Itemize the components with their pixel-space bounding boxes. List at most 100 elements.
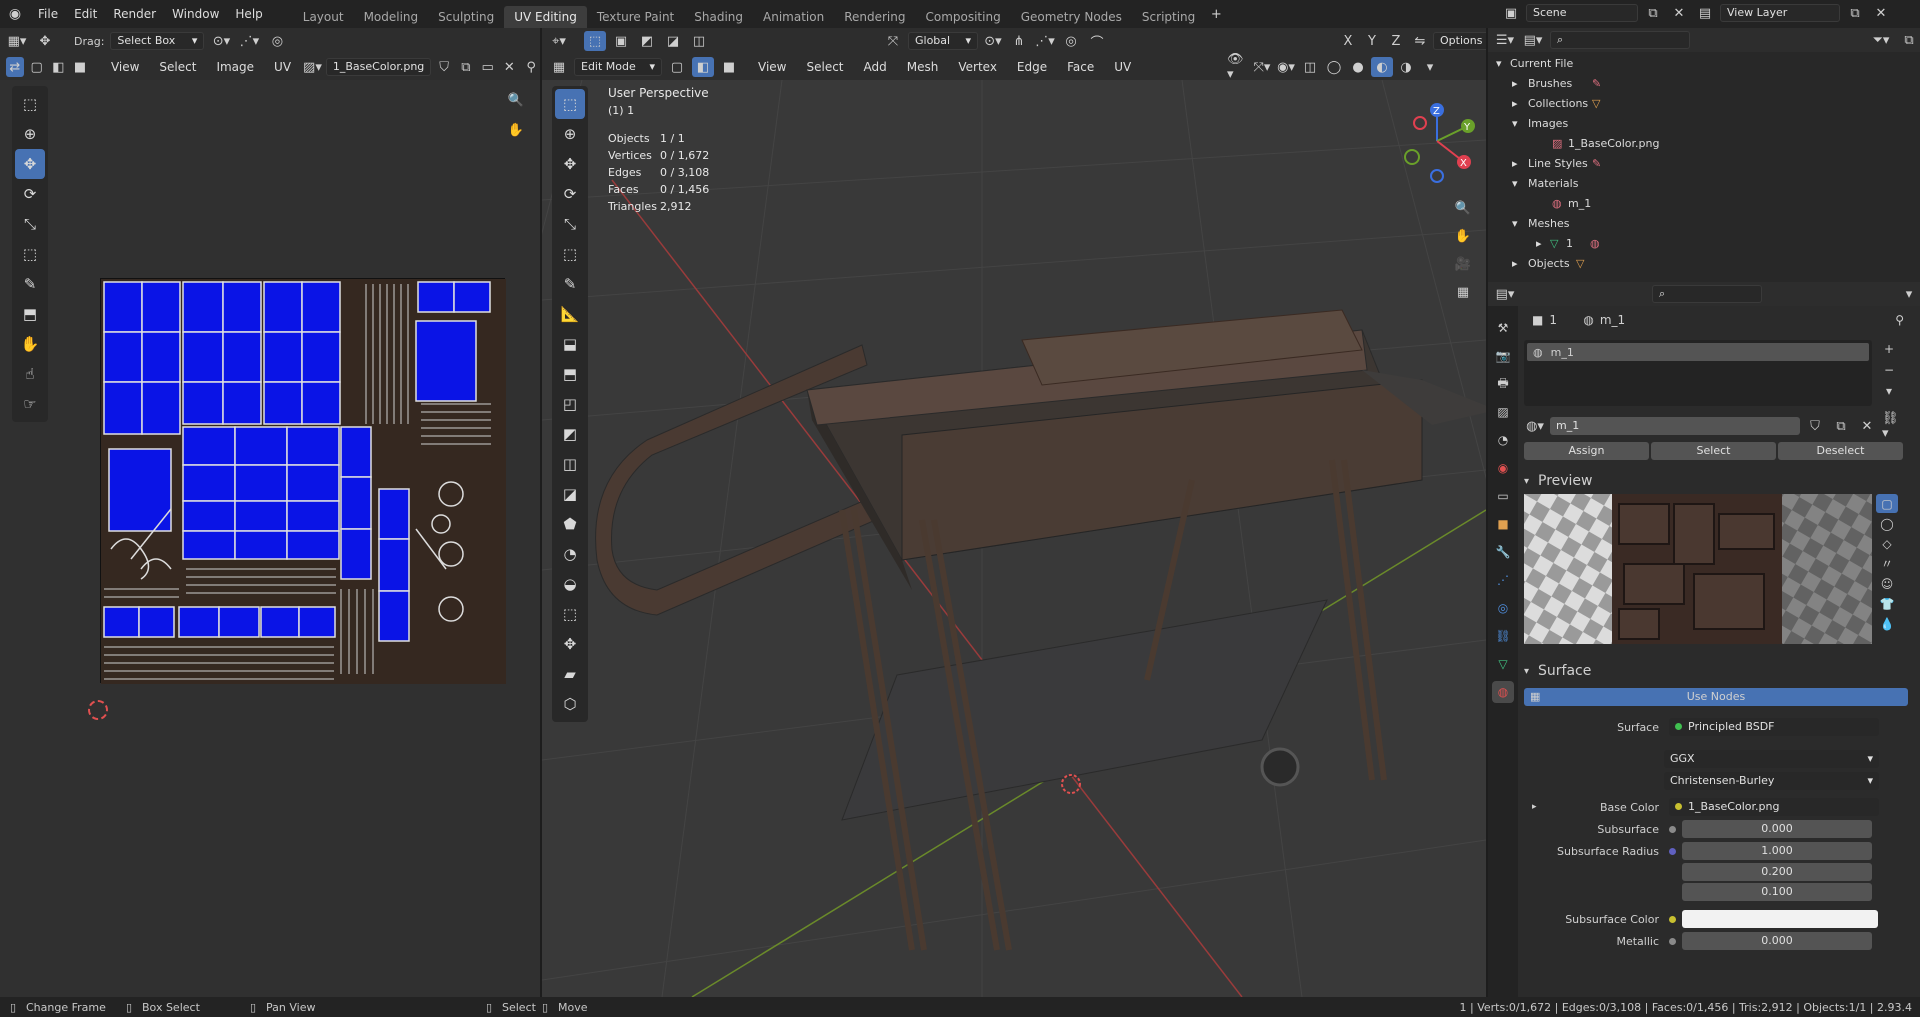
vertex-mode-icon[interactable]: ▢: [666, 57, 688, 77]
tree-item-collections[interactable]: ▸ Collections ▽: [1496, 94, 1920, 114]
zoom-icon[interactable]: 🔍: [505, 90, 527, 110]
vp-menu-mesh[interactable]: Mesh: [899, 55, 947, 79]
vertex-select-icon[interactable]: ▢: [28, 57, 46, 77]
vp-rotate-tool[interactable]: ⟳: [555, 179, 585, 209]
surface-shader-field[interactable]: Principled BSDF: [1669, 718, 1879, 736]
vp-loopcut-tool[interactable]: ◫: [555, 449, 585, 479]
ortho-toggle-icon[interactable]: ▦: [1452, 282, 1474, 302]
subsurface-radius-z[interactable]: 0.100: [1682, 883, 1872, 901]
proportional-edit-icon[interactable]: ◎: [1060, 31, 1082, 51]
expand-icon[interactable]: ▾: [1512, 214, 1528, 234]
world-tab-icon[interactable]: ◉: [1492, 457, 1514, 479]
annotate-tool[interactable]: ✎: [15, 269, 45, 299]
vp-select-tool[interactable]: ⬚: [555, 89, 585, 119]
navigation-gizmo[interactable]: Z Y X: [1392, 96, 1482, 186]
expand-icon[interactable]: ▾: [1512, 114, 1528, 134]
tree-item-image[interactable]: ▨ 1_BaseColor.png: [1496, 134, 1920, 154]
wireframe-shading-icon[interactable]: ◯: [1323, 57, 1345, 77]
use-nodes-button[interactable]: ▦ Use Nodes: [1524, 688, 1908, 706]
vp-menu-face[interactable]: Face: [1059, 55, 1102, 79]
display-mode-icon[interactable]: ▤▾: [1522, 30, 1544, 50]
camera-view-icon[interactable]: 🎥: [1452, 254, 1474, 274]
vp-add-cube-tool[interactable]: ⬓: [555, 329, 585, 359]
new-view-layer-icon[interactable]: ⧉: [1844, 3, 1866, 23]
preview-hair-icon[interactable]: 〃: [1876, 554, 1898, 573]
pivot-point-icon[interactable]: ⊙▾: [982, 31, 1004, 51]
particles-tab-icon[interactable]: ⋰: [1492, 569, 1514, 591]
base-color-field[interactable]: 1_BaseColor.png: [1669, 798, 1879, 816]
cursor-tool[interactable]: ⊕: [15, 119, 45, 149]
snap-target-icon[interactable]: ⋰▾: [1034, 31, 1056, 51]
expand-icon[interactable]: ▸: [1536, 234, 1550, 254]
face-mode-icon[interactable]: ■: [718, 57, 740, 77]
tab-layout[interactable]: Layout: [293, 6, 354, 28]
view-layer-icon[interactable]: ▤: [1694, 3, 1716, 23]
pinch-tool[interactable]: ☞: [15, 389, 45, 419]
metallic-value[interactable]: 0.000: [1682, 932, 1872, 950]
rotate-tool[interactable]: ⟳: [15, 179, 45, 209]
move-tool[interactable]: ✥: [15, 149, 45, 179]
duplicate-material-icon[interactable]: ⧉: [1830, 416, 1852, 436]
vp-cursor-tool[interactable]: ⊕: [555, 119, 585, 149]
link-icon[interactable]: ⛓▾: [1882, 411, 1904, 441]
vp-shear-tool[interactable]: ▰: [555, 659, 585, 689]
vp-measure-tool[interactable]: 📐: [555, 299, 585, 329]
tab-animation[interactable]: Animation: [753, 6, 834, 28]
uv-menu-select[interactable]: Select: [151, 55, 204, 79]
vp-scale-tool[interactable]: ⤡: [555, 209, 585, 239]
blender-logo-icon[interactable]: ◉: [0, 4, 30, 24]
deselect-button[interactable]: Deselect: [1778, 442, 1903, 460]
mirror-z-icon[interactable]: Z: [1385, 31, 1407, 51]
add-slot-icon[interactable]: +: [1878, 340, 1900, 358]
subsurface-value[interactable]: 0.000: [1682, 820, 1872, 838]
xray-icon[interactable]: ◫: [1299, 57, 1321, 77]
preview-fluid-icon[interactable]: 💧: [1876, 614, 1898, 633]
vp-annotate-tool[interactable]: ✎: [555, 269, 585, 299]
tree-item-brushes[interactable]: ▸ Brushes ✎: [1496, 74, 1920, 94]
expand-icon[interactable]: ▸: [1532, 802, 1537, 812]
material-slot[interactable]: ◍ m_1: [1527, 343, 1869, 361]
filter-icon[interactable]: ⏷▾: [1870, 30, 1892, 50]
output-tab-icon[interactable]: 🖶: [1492, 373, 1514, 395]
transform-orientation-icon[interactable]: ⤧: [882, 31, 904, 51]
subsurface-radius-x[interactable]: 1.000: [1682, 842, 1872, 860]
menu-window[interactable]: Window: [164, 0, 227, 28]
vp-menu-add[interactable]: Add: [856, 55, 895, 79]
properties-search-input[interactable]: ⌕: [1652, 285, 1762, 303]
face-select-icon[interactable]: ■: [71, 57, 89, 77]
pin-icon[interactable]: ⚲: [1895, 313, 1914, 327]
select-box-tool[interactable]: ⬚: [15, 89, 45, 119]
tab-rendering[interactable]: Rendering: [834, 6, 915, 28]
slot-menu-icon[interactable]: ▾: [1878, 382, 1900, 400]
tab-modeling[interactable]: Modeling: [354, 6, 429, 28]
preview-cube-icon[interactable]: ◇: [1876, 534, 1898, 553]
tab-compositing[interactable]: Compositing: [915, 6, 1010, 28]
vp-shrink-tool[interactable]: ✥: [555, 629, 585, 659]
falloff-icon[interactable]: ⌒: [1086, 31, 1108, 51]
select-new-icon[interactable]: ▣: [610, 31, 632, 51]
select-extend-icon[interactable]: ◩: [636, 31, 658, 51]
edge-mode-icon[interactable]: ◧: [692, 57, 714, 77]
mode-select[interactable]: Edit Mode ▾: [574, 58, 662, 76]
vp-inset-tool[interactable]: ◰: [555, 389, 585, 419]
scene-field[interactable]: Scene: [1526, 4, 1638, 22]
expand-icon[interactable]: ▾: [1512, 174, 1528, 194]
pan-hand-icon[interactable]: ✋: [505, 120, 527, 140]
options-dropdown[interactable]: Options▾: [1433, 32, 1486, 50]
relax-tool[interactable]: ☝: [15, 359, 45, 389]
uv-menu-image[interactable]: Image: [208, 55, 262, 79]
collection-tab-icon[interactable]: ▭: [1492, 485, 1514, 507]
vp-menu-uv[interactable]: UV: [1106, 55, 1139, 79]
vp-extrude-tool[interactable]: ⬒: [555, 359, 585, 389]
uv-menu-uv[interactable]: UV: [266, 55, 299, 79]
tree-item-images[interactable]: ▾ Images: [1496, 114, 1920, 134]
assign-button[interactable]: Assign: [1524, 442, 1649, 460]
pin-icon[interactable]: ⚲: [522, 57, 540, 77]
menu-help[interactable]: Help: [227, 0, 270, 28]
select-mode-icon[interactable]: ⬚: [584, 31, 606, 51]
constraints-tab-icon[interactable]: ⛓: [1492, 625, 1514, 647]
proportional-icon[interactable]: ◎: [266, 31, 288, 51]
vp-menu-edge[interactable]: Edge: [1009, 55, 1055, 79]
expand-icon[interactable]: ▸: [1512, 254, 1528, 274]
properties-options-icon[interactable]: ▾: [1898, 284, 1920, 304]
